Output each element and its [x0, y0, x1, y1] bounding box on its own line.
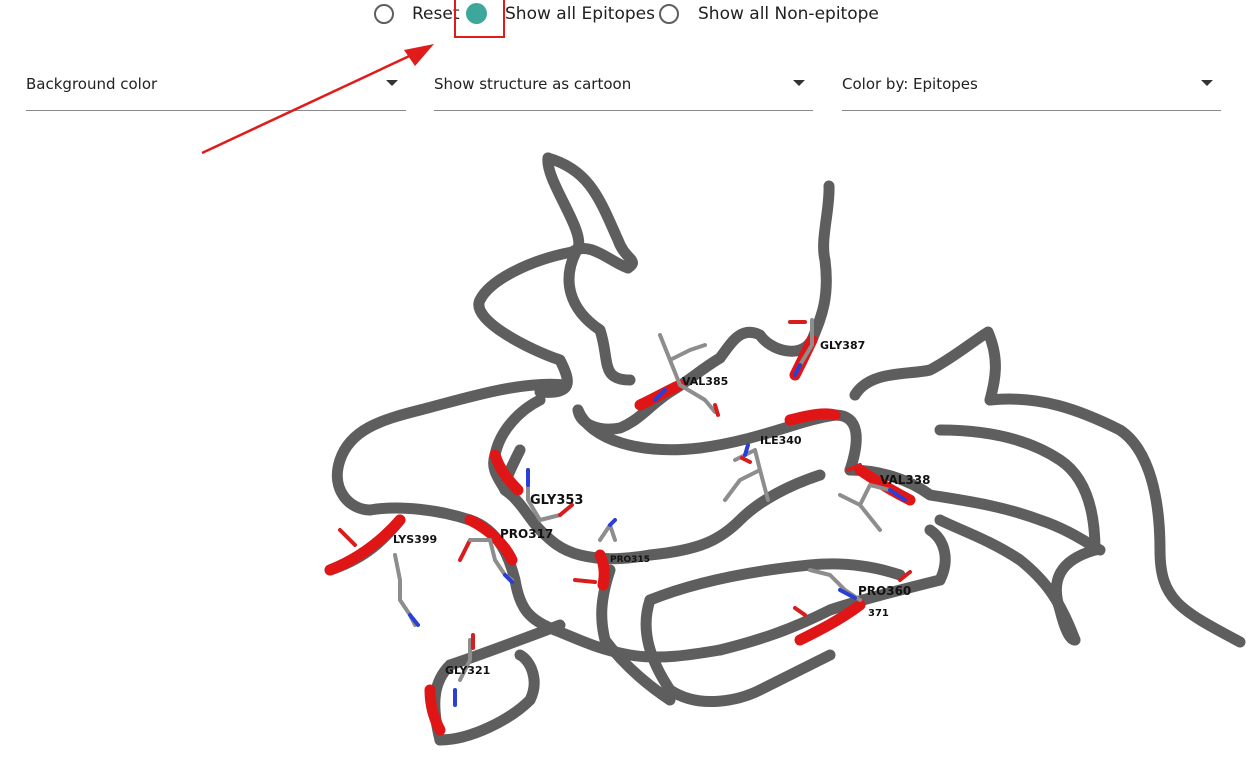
background-color-select[interactable]: Background color [26, 66, 406, 111]
backbone-ribbons [324, 152, 1246, 746]
residue-label-pro315: PRO315 [610, 555, 650, 565]
residue-label-pro317: PRO317 [500, 527, 553, 541]
chevron-down-icon [386, 80, 398, 86]
residue-label-pro360: PRO360 [858, 584, 911, 598]
reset-radio[interactable] [374, 4, 394, 24]
chevron-down-icon [1201, 80, 1213, 86]
reset-label[interactable]: Reset [412, 3, 460, 25]
show-all-non-epitope-radio[interactable] [659, 4, 679, 24]
view-mode-radio-group: Reset Show all Epitopes Show all Non-epi… [0, 0, 1246, 30]
residue-label-gly353: GLY353 [530, 493, 583, 508]
color-by-select-value: Color by: Epitopes [842, 75, 978, 93]
chevron-down-icon [793, 80, 805, 86]
background-color-select-value: Background color [26, 75, 158, 93]
color-by-select[interactable]: Color by: Epitopes [842, 66, 1221, 111]
structure-style-select[interactable]: Show structure as cartoon [434, 66, 813, 111]
protein-structure-viewer[interactable]: GLY387 VAL385 ILE340 VAL338 GLY353 PRO31… [0, 120, 1246, 769]
residue-label-gly387: GLY387 [820, 339, 865, 352]
structure-style-select-value: Show structure as cartoon [434, 75, 632, 93]
residue-label-ile340: ILE340 [760, 434, 802, 447]
residue-label-lys399: LYS399 [393, 533, 437, 546]
protein-cartoon: GLY387 VAL385 ILE340 VAL338 GLY353 PRO31… [324, 152, 1246, 746]
show-all-epitopes-label[interactable]: Show all Epitopes [505, 3, 655, 25]
annotation-highlight-box [454, 0, 505, 38]
residue-label-val385: VAL385 [682, 375, 728, 388]
show-all-non-epitope-label[interactable]: Show all Non-epitope [698, 3, 879, 25]
residue-label-gly321: GLY321 [445, 664, 490, 677]
residue-label-371: 371 [868, 608, 889, 619]
residue-label-val338: VAL338 [880, 473, 930, 487]
